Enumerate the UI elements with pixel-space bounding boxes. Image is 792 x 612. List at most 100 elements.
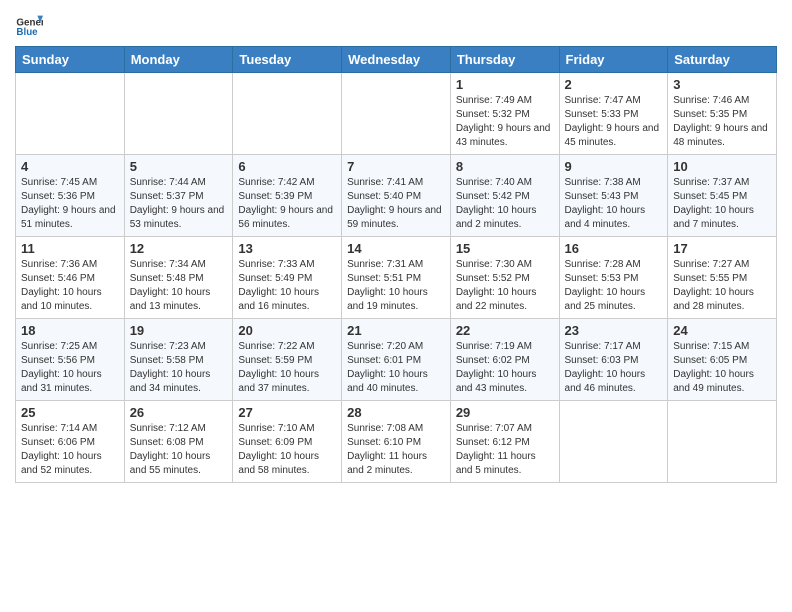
calendar-cell: 10 Sunrise: 7:37 AMSunset: 5:45 PMDayligh… — [668, 155, 777, 237]
day-info: Sunrise: 7:28 AMSunset: 5:53 PMDaylight:… — [565, 258, 663, 314]
calendar-week-3: 11Sunrise: 7:36 AMSunset: 5:46 PMDayligh… — [16, 237, 777, 319]
day-info: Sunrise: 7:46 AMSunset: 5:35 PMDaylight:… — [673, 94, 771, 150]
calendar-cell — [16, 73, 125, 155]
day-info: Sunrise: 7:07 AMSunset: 6:12 PMDaylight:… — [456, 422, 554, 478]
calendar-cell: 20Sunrise: 7:22 AMSunset: 5:59 PMDayligh… — [233, 319, 342, 401]
header-day-wednesday: Wednesday — [342, 47, 451, 73]
calendar-cell: 4 Sunrise: 7:45 AMSunset: 5:36 PMDaylight… — [16, 155, 125, 237]
day-number: 29 — [456, 405, 554, 420]
calendar-header-row: SundayMondayTuesdayWednesdayThursdayFrid… — [16, 47, 777, 73]
calendar-cell: 14 Sunrise: 7:31 AMSunset: 5:51 PMDayligh… — [342, 237, 451, 319]
day-info: Sunrise: 7:38 AMSunset: 5:43 PMDaylight:… — [565, 176, 663, 232]
header-day-sunday: Sunday — [16, 47, 125, 73]
day-info: Sunrise: 7:42 AMSunset: 5:39 PMDaylight:… — [238, 176, 336, 232]
day-info: Sunrise: 7:08 AMSunset: 6:10 PMDaylight:… — [347, 422, 445, 478]
day-number: 5 — [130, 159, 228, 174]
day-number: 28 — [347, 405, 445, 420]
day-info: Sunrise: 7:15 AMSunset: 6:05 PMDaylight:… — [673, 340, 771, 396]
day-number: 19 — [130, 323, 228, 338]
header-day-friday: Friday — [559, 47, 668, 73]
calendar-cell — [342, 73, 451, 155]
day-number: 25 — [21, 405, 119, 420]
header-day-monday: Monday — [124, 47, 233, 73]
day-info: Sunrise: 7:31 AMSunset: 5:51 PMDaylight:… — [347, 258, 445, 314]
day-number: 9 — [565, 159, 663, 174]
calendar-table: SundayMondayTuesdayWednesdayThursdayFrid… — [15, 46, 777, 483]
logo-icon: General Blue — [15, 10, 43, 38]
day-info: Sunrise: 7:49 AMSunset: 5:32 PMDaylight:… — [456, 94, 554, 150]
calendar-cell: 3 Sunrise: 7:46 AMSunset: 5:35 PMDaylight… — [668, 73, 777, 155]
day-number: 7 — [347, 159, 445, 174]
calendar-cell: 1 Sunrise: 7:49 AMSunset: 5:32 PMDaylight… — [450, 73, 559, 155]
day-info: Sunrise: 7:27 AMSunset: 5:55 PMDaylight:… — [673, 258, 771, 314]
calendar-cell: 17 Sunrise: 7:27 AMSunset: 5:55 PMDayligh… — [668, 237, 777, 319]
calendar-cell: 26 Sunrise: 7:12 AMSunset: 6:08 PMDayligh… — [124, 401, 233, 483]
calendar-cell: 29 Sunrise: 7:07 AMSunset: 6:12 PMDayligh… — [450, 401, 559, 483]
calendar-cell: 18Sunrise: 7:25 AMSunset: 5:56 PMDayligh… — [16, 319, 125, 401]
header-day-tuesday: Tuesday — [233, 47, 342, 73]
calendar-week-1: 1 Sunrise: 7:49 AMSunset: 5:32 PMDaylight… — [16, 73, 777, 155]
header: General Blue — [15, 10, 777, 38]
day-number: 3 — [673, 77, 771, 92]
calendar-cell: 8 Sunrise: 7:40 AMSunset: 5:42 PMDaylight… — [450, 155, 559, 237]
calendar-cell — [124, 73, 233, 155]
day-info: Sunrise: 7:44 AMSunset: 5:37 PMDaylight:… — [130, 176, 228, 232]
day-number: 23 — [565, 323, 663, 338]
header-day-saturday: Saturday — [668, 47, 777, 73]
day-number: 2 — [565, 77, 663, 92]
day-number: 26 — [130, 405, 228, 420]
day-number: 8 — [456, 159, 554, 174]
day-number: 10 — [673, 159, 771, 174]
calendar-week-5: 25 Sunrise: 7:14 AMSunset: 6:06 PMDayligh… — [16, 401, 777, 483]
calendar-cell — [559, 401, 668, 483]
day-info: Sunrise: 7:10 AMSunset: 6:09 PMDaylight:… — [238, 422, 336, 478]
calendar-cell: 16 Sunrise: 7:28 AMSunset: 5:53 PMDayligh… — [559, 237, 668, 319]
calendar-cell: 22 Sunrise: 7:19 AMSunset: 6:02 PMDayligh… — [450, 319, 559, 401]
calendar-week-4: 18Sunrise: 7:25 AMSunset: 5:56 PMDayligh… — [16, 319, 777, 401]
day-info: Sunrise: 7:40 AMSunset: 5:42 PMDaylight:… — [456, 176, 554, 232]
calendar-cell: 7 Sunrise: 7:41 AMSunset: 5:40 PMDaylight… — [342, 155, 451, 237]
calendar-cell: 12 Sunrise: 7:34 AMSunset: 5:48 PMDayligh… — [124, 237, 233, 319]
day-number: 4 — [21, 159, 119, 174]
day-number: 21 — [347, 323, 445, 338]
logo: General Blue — [15, 10, 47, 38]
day-info: Sunrise: 7:41 AMSunset: 5:40 PMDaylight:… — [347, 176, 445, 232]
day-number: 12 — [130, 241, 228, 256]
calendar-cell — [668, 401, 777, 483]
day-info: Sunrise: 7:45 AMSunset: 5:36 PMDaylight:… — [21, 176, 119, 232]
day-info: Sunrise: 7:25 AMSunset: 5:56 PMDaylight:… — [21, 340, 119, 396]
header-day-thursday: Thursday — [450, 47, 559, 73]
calendar-cell: 27 Sunrise: 7:10 AMSunset: 6:09 PMDayligh… — [233, 401, 342, 483]
day-number: 14 — [347, 241, 445, 256]
day-number: 22 — [456, 323, 554, 338]
day-info: Sunrise: 7:34 AMSunset: 5:48 PMDaylight:… — [130, 258, 228, 314]
calendar-cell: 24 Sunrise: 7:15 AMSunset: 6:05 PMDayligh… — [668, 319, 777, 401]
calendar-cell: 9 Sunrise: 7:38 AMSunset: 5:43 PMDaylight… — [559, 155, 668, 237]
calendar-cell — [233, 73, 342, 155]
day-info: Sunrise: 7:14 AMSunset: 6:06 PMDaylight:… — [21, 422, 119, 478]
calendar-week-2: 4 Sunrise: 7:45 AMSunset: 5:36 PMDaylight… — [16, 155, 777, 237]
day-number: 1 — [456, 77, 554, 92]
day-number: 17 — [673, 241, 771, 256]
calendar-cell: 28 Sunrise: 7:08 AMSunset: 6:10 PMDayligh… — [342, 401, 451, 483]
day-number: 6 — [238, 159, 336, 174]
day-number: 15 — [456, 241, 554, 256]
day-info: Sunrise: 7:19 AMSunset: 6:02 PMDaylight:… — [456, 340, 554, 396]
calendar-cell: 2 Sunrise: 7:47 AMSunset: 5:33 PMDaylight… — [559, 73, 668, 155]
day-info: Sunrise: 7:12 AMSunset: 6:08 PMDaylight:… — [130, 422, 228, 478]
day-number: 16 — [565, 241, 663, 256]
day-number: 24 — [673, 323, 771, 338]
calendar-cell: 23 Sunrise: 7:17 AMSunset: 6:03 PMDayligh… — [559, 319, 668, 401]
day-info: Sunrise: 7:20 AMSunset: 6:01 PMDaylight:… — [347, 340, 445, 396]
day-info: Sunrise: 7:17 AMSunset: 6:03 PMDaylight:… — [565, 340, 663, 396]
calendar-cell: 25 Sunrise: 7:14 AMSunset: 6:06 PMDayligh… — [16, 401, 125, 483]
svg-text:Blue: Blue — [16, 27, 38, 38]
calendar-cell: 15Sunrise: 7:30 AMSunset: 5:52 PMDayligh… — [450, 237, 559, 319]
day-number: 20 — [238, 323, 336, 338]
day-number: 11 — [21, 241, 119, 256]
day-info: Sunrise: 7:37 AMSunset: 5:45 PMDaylight:… — [673, 176, 771, 232]
day-number: 27 — [238, 405, 336, 420]
calendar-cell: 13Sunrise: 7:33 AMSunset: 5:49 PMDayligh… — [233, 237, 342, 319]
day-info: Sunrise: 7:47 AMSunset: 5:33 PMDaylight:… — [565, 94, 663, 150]
day-info: Sunrise: 7:33 AMSunset: 5:49 PMDaylight:… — [238, 258, 336, 314]
